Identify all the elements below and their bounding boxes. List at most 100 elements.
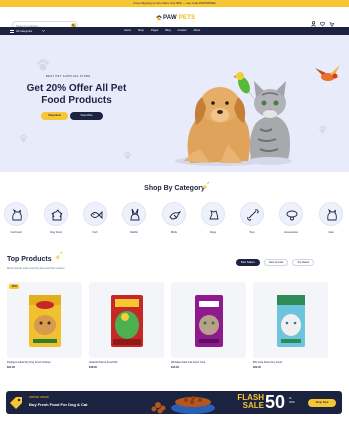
- header-actions: [311, 14, 334, 27]
- product-card[interactable]: [171, 282, 246, 358]
- product-tabs: Best Sellers New Arrivals Top Rated: [236, 259, 315, 266]
- category-label: Cat Food: [10, 231, 22, 234]
- food-bowl-image: [151, 396, 215, 414]
- fish-icon: [90, 210, 103, 220]
- category-label: Toys: [249, 231, 255, 234]
- menu-icon: [10, 29, 14, 33]
- category-icon-circle: [162, 202, 186, 226]
- category-label: Dog Food: [50, 231, 62, 234]
- rabbit-icon: [130, 208, 140, 221]
- top-products-title: Top Products: [7, 256, 52, 263]
- sparkle-icon: [55, 251, 63, 260]
- discount-badge: -20%: [9, 284, 20, 289]
- product-card[interactable]: -20%: [7, 282, 82, 358]
- bone-icon: [247, 209, 259, 221]
- product-name[interactable]: Whiskas Adult Cat Food Tuna: [171, 361, 246, 364]
- hero-kicker: BEST PET SUPPLIES STORE: [46, 75, 91, 78]
- all-categories-dropdown[interactable]: All Categories: [10, 28, 66, 34]
- category-icon-circle: [319, 202, 343, 226]
- discount-percent: 50: [265, 392, 286, 412]
- category-item[interactable]: Cat Food: [4, 202, 28, 234]
- logo-suffix: PETS: [178, 15, 196, 21]
- nav-link-contact[interactable]: Contact: [178, 29, 187, 32]
- hero-title: Get 20% Offer All Pet Food Products: [14, 83, 139, 107]
- category-icon-circle: [201, 202, 225, 226]
- product-name[interactable]: Brit Care Kitten Dry Food: [253, 361, 328, 364]
- product-name[interactable]: Vitakraft Parrot Food Mix: [89, 361, 164, 364]
- flash-sale-banner[interactable]: LIMITED OFFER Buy Fresh Food For Dog & C…: [6, 391, 342, 414]
- hero-title-line1: Get 20% Offer All Pet: [26, 83, 127, 94]
- product-card[interactable]: [89, 282, 164, 358]
- top-products-subtitle: Most popular picks loved by pets and the…: [7, 267, 65, 270]
- product-price: $24.00: [7, 366, 15, 369]
- category-label: Cats: [328, 231, 334, 234]
- flying-bird-illustration: [315, 65, 340, 81]
- category-item[interactable]: Dog Food: [44, 202, 68, 234]
- product-price: $15.00: [171, 366, 179, 369]
- bird-icon: [169, 211, 182, 220]
- categories-label: All Categories: [16, 29, 33, 33]
- shop-now-button[interactable]: Shop Now: [41, 112, 68, 120]
- category-label: Birds: [171, 231, 177, 234]
- cat-icon: [12, 208, 22, 221]
- category-icon-circle: [44, 202, 68, 226]
- hero-banner: BEST PET SUPPLIES STORE Get 20% Offer Al…: [0, 35, 349, 172]
- product-grid: -20% Pedigree Adult Dry Dog Food Chicken…: [7, 282, 349, 376]
- tab-new-arrivals[interactable]: New Arrivals: [263, 259, 289, 266]
- nav-utilities: [316, 28, 329, 41]
- paw-logo-icon: [156, 15, 162, 21]
- category-item[interactable]: Cats: [319, 202, 343, 234]
- category-item[interactable]: Fish: [83, 202, 107, 234]
- collar-icon: [286, 210, 298, 221]
- product-price: $22.00: [253, 366, 261, 369]
- product-image: [29, 295, 61, 347]
- nav-link-blog[interactable]: Blog: [165, 29, 170, 32]
- user-icon[interactable]: [311, 14, 316, 27]
- nav-link-about[interactable]: About: [194, 29, 201, 32]
- dog-icon: [51, 209, 63, 221]
- phone-icon[interactable]: [316, 28, 321, 41]
- category-icon-circle: [83, 202, 107, 226]
- main-navigation: All Categories Home Shop Pages Blog Cont…: [0, 27, 349, 41]
- logo-prefix: PAW: [163, 15, 177, 21]
- off-line2: OFF: [289, 400, 295, 404]
- paw-print-decoration: [123, 151, 132, 160]
- category-item[interactable]: Birds: [162, 202, 186, 234]
- headset-icon[interactable]: [324, 28, 329, 41]
- kitten-illustration: [248, 81, 292, 165]
- category-item[interactable]: Accessories: [279, 202, 303, 234]
- nav-links: Home Shop Pages Blog Contact About: [124, 29, 200, 32]
- dog-icon: [209, 210, 219, 220]
- site-logo[interactable]: PAW PETS: [156, 12, 195, 24]
- banner-kicker: LIMITED OFFER: [29, 396, 49, 399]
- category-item[interactable]: Toys: [240, 202, 264, 234]
- heart-icon[interactable]: [319, 14, 326, 27]
- category-label: Rabbit: [130, 231, 138, 234]
- product-image: [195, 295, 223, 347]
- product-price: $18.00: [89, 366, 97, 369]
- tab-best-sellers[interactable]: Best Sellers: [236, 259, 260, 266]
- category-icon-circle: [240, 202, 264, 226]
- product-name[interactable]: Pedigree Adult Dry Dog Food Chicken: [7, 361, 82, 364]
- category-label: Fish: [92, 231, 98, 234]
- category-item[interactable]: Dogs: [201, 202, 225, 234]
- cat-icon: [327, 208, 337, 221]
- product-image: [111, 295, 143, 347]
- cart-icon[interactable]: [329, 14, 334, 27]
- off-label: % OFF: [289, 396, 295, 404]
- product-card[interactable]: [253, 282, 328, 358]
- category-icon-circle: [4, 202, 28, 226]
- nav-link-pages[interactable]: Pages: [151, 29, 158, 32]
- category-list: Cat Food Dog Food Fish Rabbit Birds Dogs: [4, 202, 349, 238]
- nav-link-shop[interactable]: Shop: [138, 29, 144, 32]
- tab-top-rated[interactable]: Top Rated: [292, 259, 315, 266]
- announcement-text: Free shipping on all orders over $50 — u…: [133, 1, 216, 5]
- banner-shop-button[interactable]: Shop Now: [308, 399, 336, 407]
- view-more-button[interactable]: View More: [70, 112, 103, 120]
- hero-pets-image: [175, 65, 340, 166]
- category-section-title: Shop By Category: [144, 185, 205, 192]
- category-item[interactable]: Rabbit: [122, 202, 146, 234]
- flash-line2: SALE: [242, 401, 264, 410]
- nav-link-home[interactable]: Home: [124, 29, 131, 32]
- announcement-bar: Free shipping on all orders over $50 — u…: [0, 0, 349, 7]
